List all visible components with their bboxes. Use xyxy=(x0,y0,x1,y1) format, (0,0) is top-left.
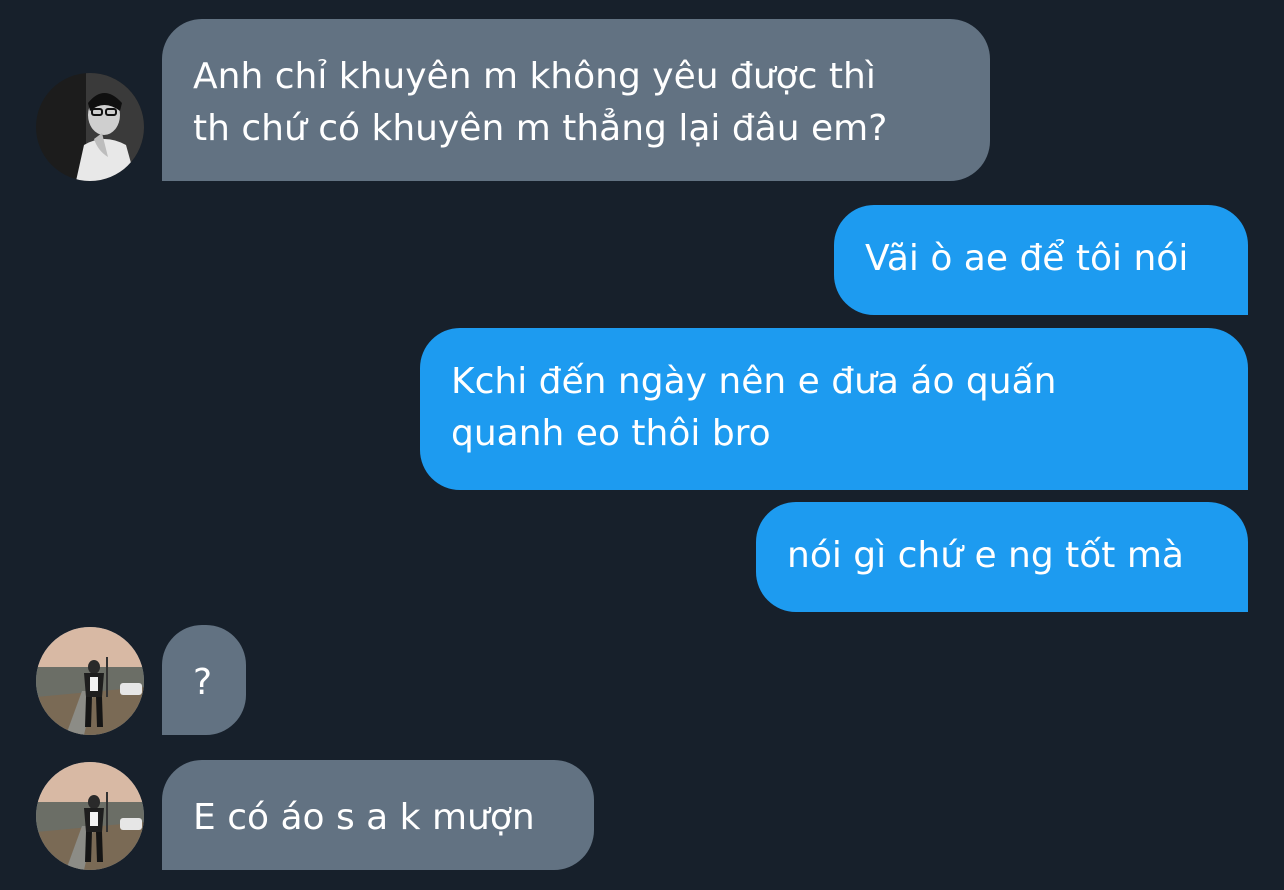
profile-photo-street-icon xyxy=(36,762,144,870)
message-text-line: Anh chỉ khuyên m không yêu được thì xyxy=(193,56,876,97)
sender-avatar[interactable] xyxy=(36,73,144,181)
message-text-line: th chứ có khuyên m thẳng lại đâu em? xyxy=(193,108,888,149)
message-text-line: Vãi ò ae để tôi nói xyxy=(865,238,1189,279)
message-bubble-outgoing[interactable]: Kchi đến ngày nên e đưa áo quấn quanh eo… xyxy=(420,328,1248,490)
chat-thread: Anh chỉ khuyên m không yêu được thì th c… xyxy=(0,0,1284,890)
sender-avatar[interactable] xyxy=(36,762,144,870)
message-bubble-incoming[interactable]: Anh chỉ khuyên m không yêu được thì th c… xyxy=(162,19,990,181)
message-bubble-outgoing[interactable]: nói gì chứ e ng tốt mà xyxy=(756,502,1248,612)
sender-avatar[interactable] xyxy=(36,627,144,735)
message-bubble-incoming[interactable]: E có áo s a k mượn xyxy=(162,760,594,870)
message-text-line: Kchi đến ngày nên e đưa áo quấn xyxy=(451,361,1057,402)
profile-photo-monochrome-icon xyxy=(36,73,144,181)
message-bubble-outgoing[interactable]: Vãi ò ae để tôi nói xyxy=(834,205,1248,315)
message-text-line: quanh eo thôi bro xyxy=(451,413,771,454)
message-text-line: ? xyxy=(193,662,213,703)
message-text-line: nói gì chứ e ng tốt mà xyxy=(787,535,1184,576)
message-bubble-incoming[interactable]: ? xyxy=(162,625,246,735)
profile-photo-street-icon xyxy=(36,627,144,735)
message-text-line: E có áo s a k mượn xyxy=(193,797,535,838)
